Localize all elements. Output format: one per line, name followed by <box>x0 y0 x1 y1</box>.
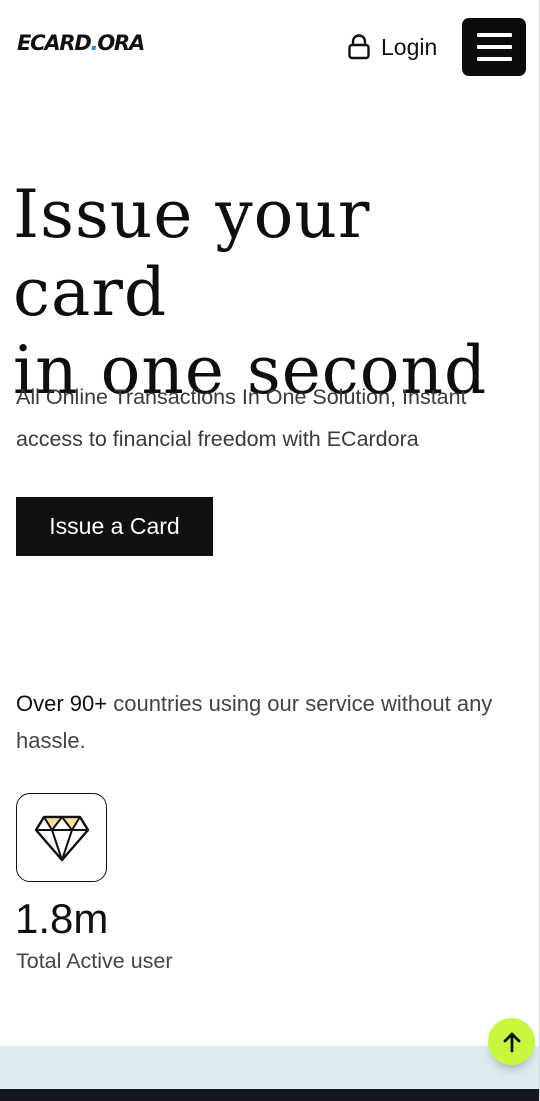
footer-strip <box>0 1089 539 1101</box>
hamburger-icon-bar <box>476 57 512 61</box>
section-band <box>0 1046 539 1089</box>
logo-text-main: ECARD <box>17 31 92 55</box>
site-logo[interactable]: ECARD.ORA <box>17 31 145 55</box>
hero-title: Issue your card in one second <box>13 176 528 410</box>
active-users-label: Total Active user <box>16 949 173 973</box>
diamond-icon <box>34 815 89 861</box>
hamburger-icon <box>476 33 512 37</box>
menu-button[interactable] <box>462 18 526 76</box>
scroll-to-top-button[interactable] <box>488 1018 535 1065</box>
issue-card-button[interactable]: Issue a Card <box>16 497 213 556</box>
diamond-badge <box>16 793 107 882</box>
login-link[interactable]: Login <box>347 30 437 64</box>
countries-text: Over 90+ countries using our service wit… <box>16 685 516 759</box>
login-label: Login <box>381 33 438 60</box>
hero-subtitle: All Online Transactions In One Solution,… <box>16 385 467 451</box>
hamburger-icon-bar <box>476 45 512 49</box>
active-users-value: 1.8m <box>15 895 109 942</box>
hero-title-line-1: Issue your card <box>13 176 371 331</box>
countries-highlight: Over 90+ <box>16 691 108 716</box>
page: ECARD.ORA Login Issue your card in one s… <box>0 0 540 1101</box>
arrow-up-icon <box>503 1032 520 1052</box>
logo-text-tail: ORA <box>97 31 145 55</box>
lock-icon <box>347 34 371 60</box>
site-header: ECARD.ORA Login <box>0 0 539 95</box>
